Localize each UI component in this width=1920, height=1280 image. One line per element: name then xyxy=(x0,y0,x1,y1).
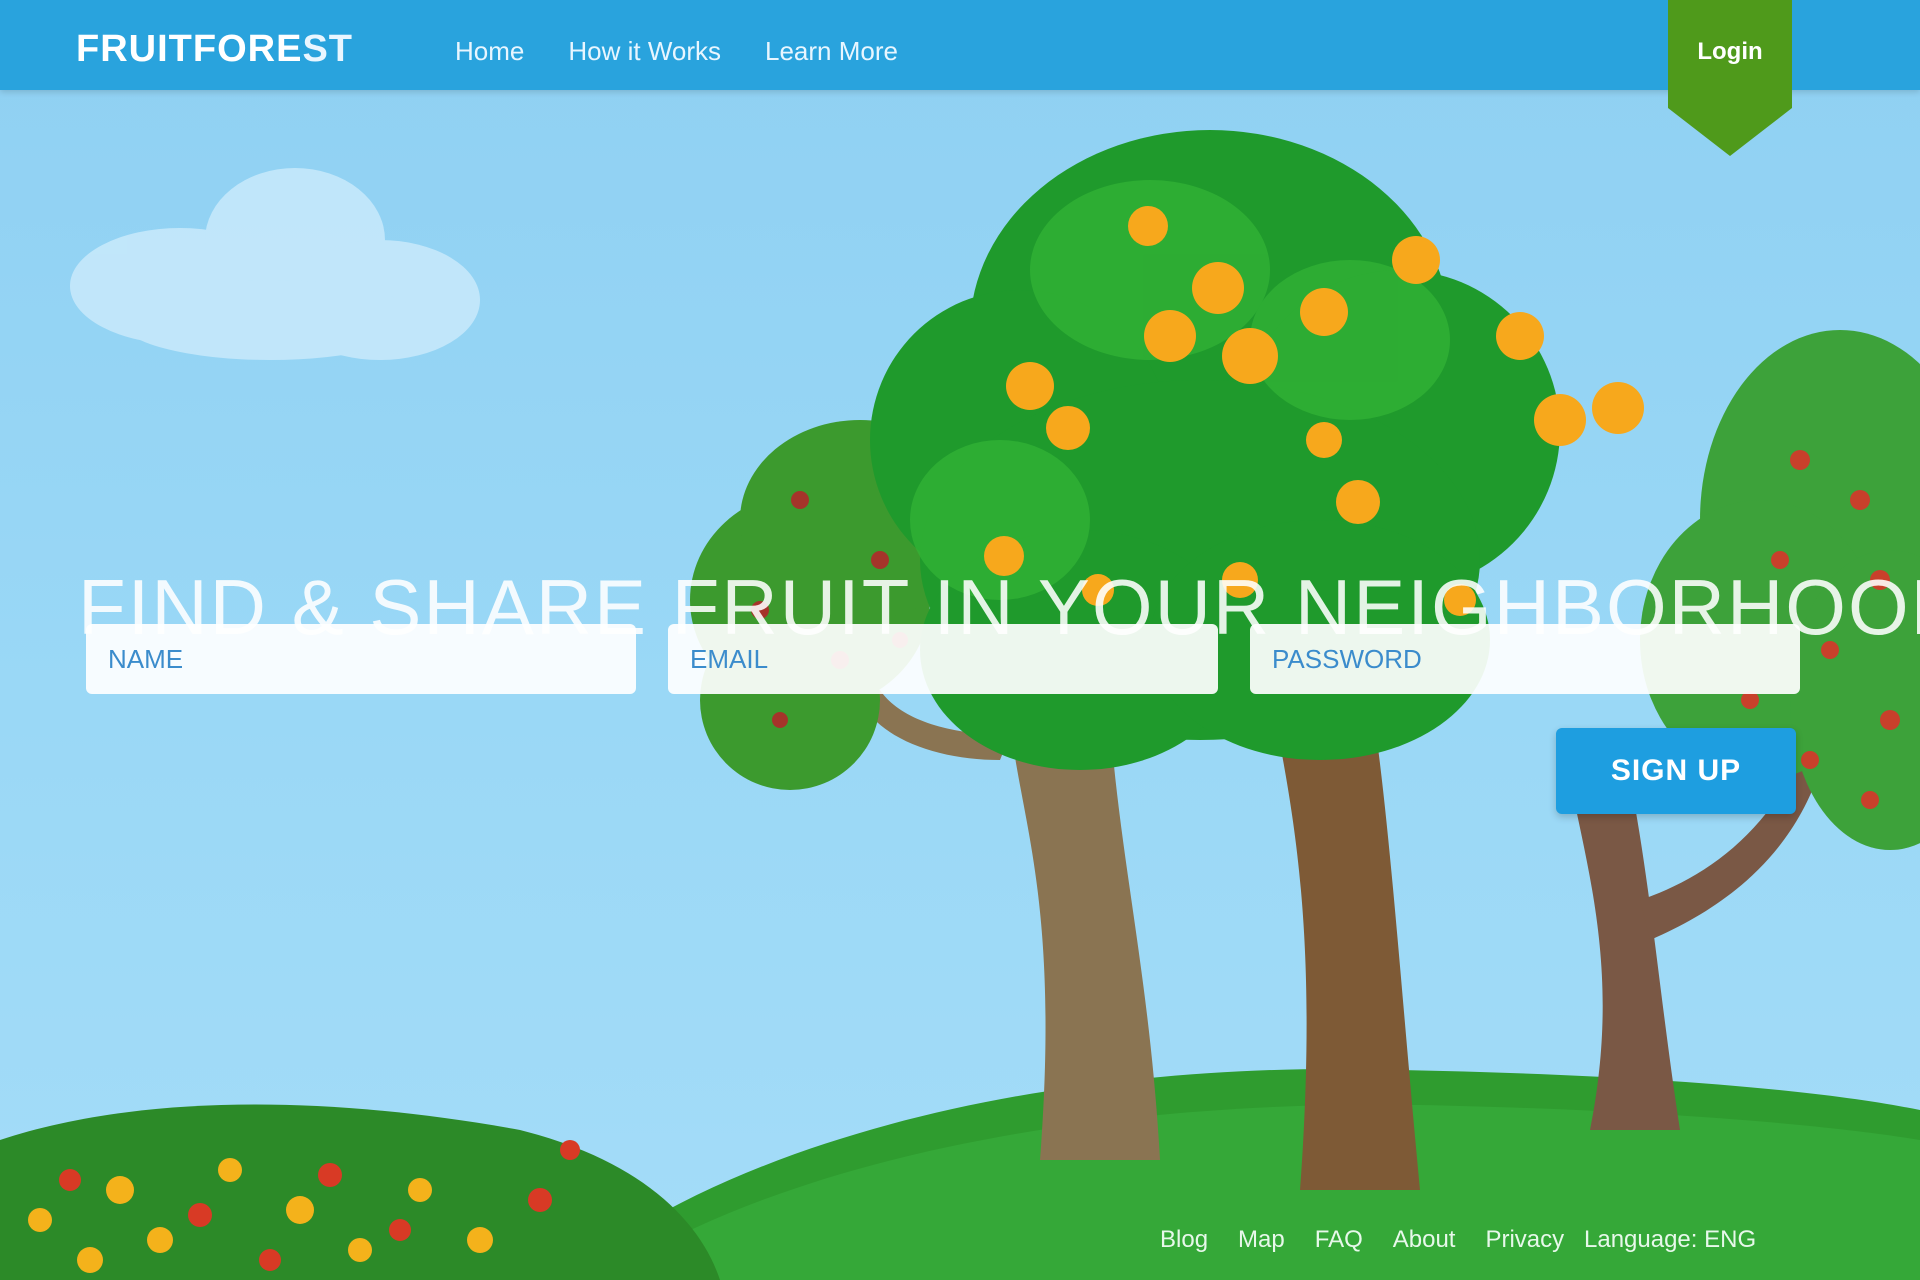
nav-link-how-it-works[interactable]: How it Works xyxy=(568,36,721,67)
login-label: Login xyxy=(1697,38,1763,65)
name-input[interactable] xyxy=(86,624,636,694)
brand-name: FRUITFORE xyxy=(76,28,303,70)
footer-link-faq[interactable]: FAQ xyxy=(1315,1226,1363,1254)
top-navigation-bar: FRUITFOREST Home How it Works Learn More xyxy=(0,0,1920,90)
footer-link-about[interactable]: About xyxy=(1393,1226,1456,1254)
footer-link-map[interactable]: Map xyxy=(1238,1226,1285,1254)
cloud-icon xyxy=(70,168,480,360)
footer-link-blog[interactable]: Blog xyxy=(1160,1226,1208,1254)
brand-logo[interactable]: FRUITFOREST xyxy=(76,28,353,71)
sign-up-button[interactable]: SIGN UP xyxy=(1556,728,1796,814)
footer-link-privacy[interactable]: Privacy xyxy=(1485,1226,1564,1254)
brand-suffix: ST xyxy=(302,28,353,70)
password-input[interactable] xyxy=(1250,624,1800,694)
main-nav: Home How it Works Learn More xyxy=(455,36,898,67)
email-input[interactable] xyxy=(668,624,1218,694)
nav-link-home[interactable]: Home xyxy=(455,36,524,67)
login-button[interactable]: Login xyxy=(1668,0,1792,156)
language-selector[interactable]: Language: ENG xyxy=(1584,1226,1756,1254)
nav-link-learn-more[interactable]: Learn More xyxy=(765,36,898,67)
footer-links: Blog Map FAQ About Privacy xyxy=(1160,1226,1564,1254)
login-ribbon-icon xyxy=(1668,0,1792,156)
